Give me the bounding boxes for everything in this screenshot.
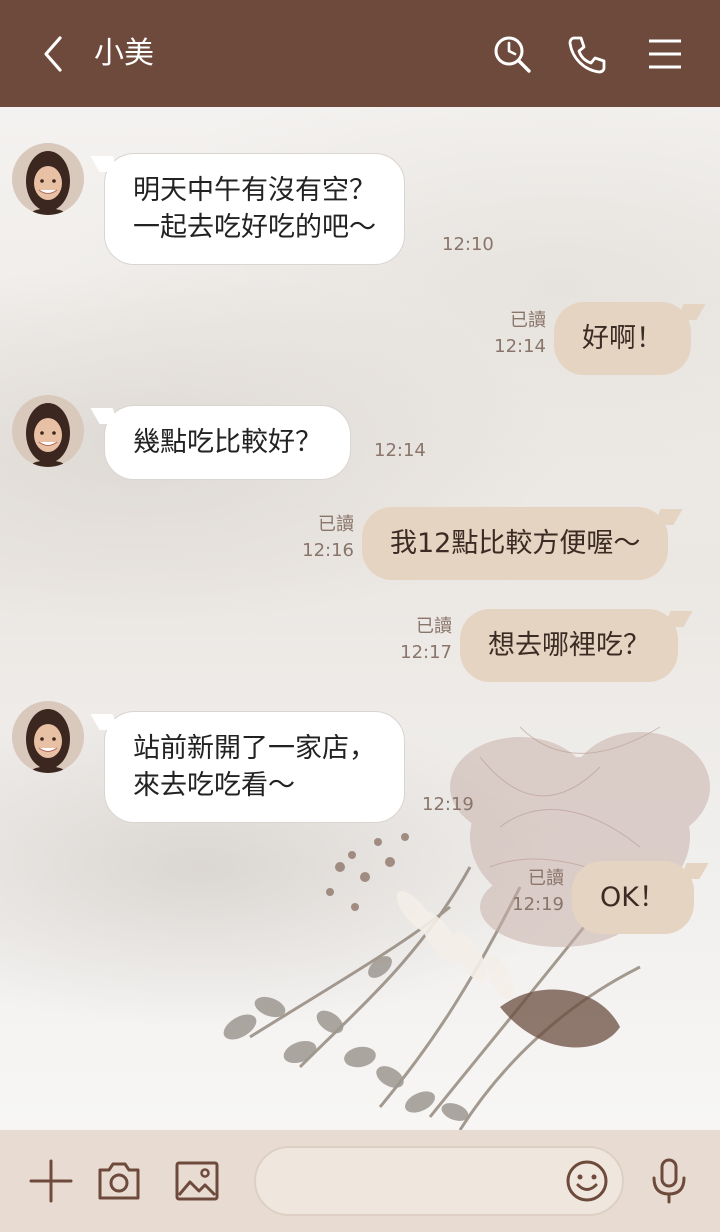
- message-time: 12:14: [494, 336, 546, 357]
- message-time: 12:16: [302, 540, 354, 561]
- message-time: 12:17: [400, 642, 452, 663]
- message-time: 12:19: [422, 794, 474, 815]
- message-composer-bar: [0, 1130, 720, 1232]
- phone-icon[interactable]: [565, 32, 609, 76]
- chat-title: 小美: [94, 36, 154, 71]
- read-receipt: 已讀: [318, 514, 354, 535]
- contact-avatar[interactable]: [12, 395, 84, 467]
- outgoing-message[interactable]: OK！: [572, 861, 694, 934]
- outgoing-message[interactable]: 我12點比較方便喔～: [362, 507, 669, 580]
- read-receipt: 已讀: [416, 616, 452, 637]
- message-time: 12:10: [442, 234, 494, 255]
- microphone-icon[interactable]: [644, 1156, 694, 1206]
- chat-area[interactable]: 明天中午有沒有空？ 一起去吃好吃的吧～ 12:10 已讀 12:14 好啊！ 幾…: [0, 107, 720, 1130]
- plus-icon[interactable]: [26, 1156, 76, 1206]
- emoji-icon[interactable]: [562, 1156, 612, 1206]
- incoming-message[interactable]: 站前新開了一家店， 來去吃吃看～: [104, 711, 405, 823]
- chat-header: 小美: [0, 0, 720, 107]
- message-time: 12:14: [374, 440, 426, 461]
- incoming-message[interactable]: 明天中午有沒有空？ 一起去吃好吃的吧～: [104, 153, 405, 265]
- outgoing-message[interactable]: 好啊！: [554, 302, 691, 375]
- read-receipt: 已讀: [528, 868, 564, 889]
- image-icon[interactable]: [172, 1156, 222, 1206]
- incoming-message[interactable]: 幾點吃比較好？: [104, 405, 351, 480]
- menu-icon[interactable]: [643, 32, 687, 76]
- camera-icon[interactable]: [94, 1156, 144, 1206]
- search-icon[interactable]: [490, 32, 534, 76]
- back-icon[interactable]: [34, 34, 74, 74]
- message-time: 12:19: [512, 894, 564, 915]
- contact-avatar[interactable]: [12, 143, 84, 215]
- contact-avatar[interactable]: [12, 701, 84, 773]
- read-receipt: 已讀: [510, 310, 546, 331]
- outgoing-message[interactable]: 想去哪裡吃？: [460, 609, 678, 682]
